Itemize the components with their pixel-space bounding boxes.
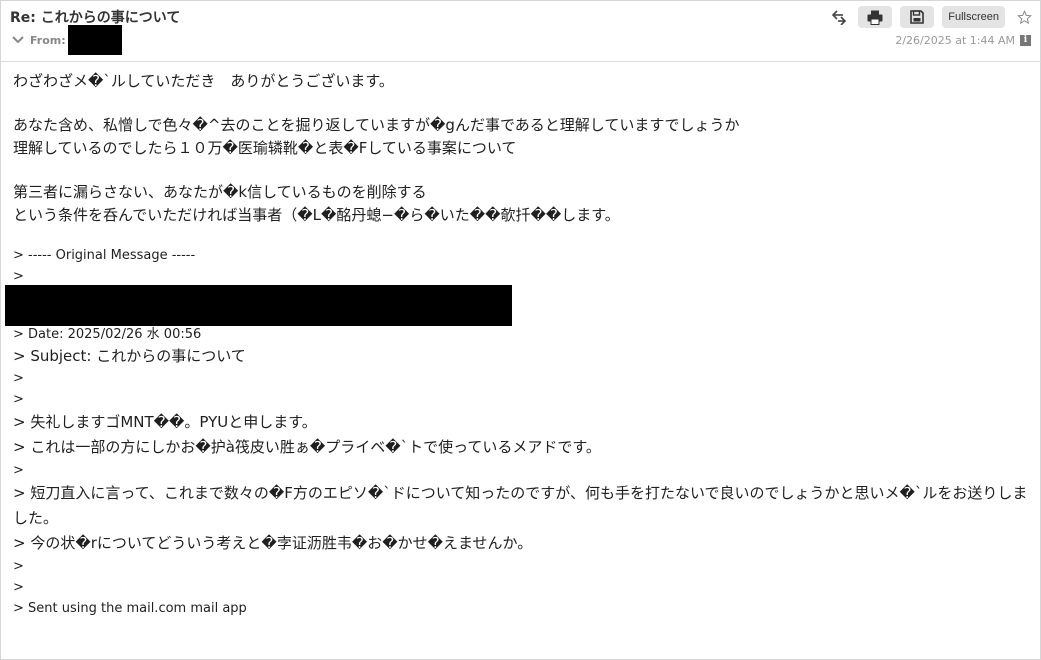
message-body: わざわざメ�`ルしていただき ありがとうございます。 あなた含め、私憎しで色々�…: [13, 70, 1033, 619]
message-date: 2/26/2025 at 1:44 AM: [895, 34, 1015, 47]
from-label: From:: [30, 33, 66, 47]
body-paragraph-2-line-1: 第三者に漏らさない、あなたが�k信しているものを削除する: [13, 183, 427, 201]
body-paragraph-1-line-2: 理解しているのでしたら１０万�医瑜辚靴�と表�Fしている事案について: [13, 139, 517, 157]
fullscreen-button[interactable]: Fullscreen: [942, 6, 1005, 28]
body-gap: [13, 227, 1033, 245]
quoted-blank-line: >: [13, 371, 24, 386]
chevron-down-icon[interactable]: [11, 33, 25, 47]
redacted-quoted-sender: [5, 285, 512, 326]
body-paragraph-2-line-2: という条件を呑んでいただければ当事者（�L�酩丹螅−�ら�いた��欹扦��します…: [13, 206, 620, 224]
save-icon: [910, 10, 925, 24]
body-gap: [13, 160, 1033, 181]
info-icon[interactable]: i: [1020, 35, 1031, 46]
quoted-blank-line: >: [13, 580, 24, 595]
quoted-blank-line: >: [13, 269, 24, 284]
body-greeting: わざわざメ�`ルしていただき ありがとうございます。: [13, 72, 394, 90]
redacted-sender: [67, 25, 122, 55]
quoted-body-line-3: > 短刀直入に言って、これまで数々の�F方のエピソ�`ドについて知ったのですが、…: [13, 484, 1028, 527]
quoted-body-line-1: > 失礼しますゴMNT��。PYUと申します。: [13, 413, 317, 431]
save-button[interactable]: [900, 6, 935, 28]
header-divider: [0, 61, 1041, 62]
quoted-original-header: > ----- Original Message -----: [13, 248, 196, 263]
star-icon[interactable]: [1013, 6, 1035, 28]
email-subject: Re: これからの事について: [10, 10, 181, 26]
print-icon: [867, 10, 883, 25]
print-button[interactable]: [858, 6, 893, 28]
body-paragraph-1-line-1: あなた含め、私憎しで色々�^去のことを掘り返していますが�gんだ事であると理解し…: [13, 116, 740, 134]
quoted-date-line: > Date: 2025/02/26 水 00:56: [13, 327, 202, 342]
quoted-body-line-4: > 今の状�rについてどういう考えと�孛证沥胜韦�お�かせ�えませんか。: [13, 534, 533, 552]
quoted-blank-line: >: [13, 392, 24, 407]
fullscreen-label: Fullscreen: [948, 11, 999, 23]
message-toolbar: Fullscreen: [828, 6, 1035, 28]
quoted-body-line-2: > これは一部の方にしかお�护à筏皮い胜ぁ�プライベ�`トで使っているメアドです…: [13, 438, 601, 456]
body-gap: [13, 93, 1033, 114]
quoted-blank-line: >: [13, 463, 24, 478]
quoted-blank-line: >: [13, 559, 24, 574]
quoted-signature: > Sent using the mail.com mail app: [13, 601, 247, 616]
quoted-subject-line: > Subject: これからの事について: [13, 347, 246, 365]
date-row: 2/26/2025 at 1:44 AM i: [895, 34, 1031, 47]
from-row[interactable]: From:: [11, 25, 122, 55]
reply-arrows-icon[interactable]: [828, 6, 850, 28]
